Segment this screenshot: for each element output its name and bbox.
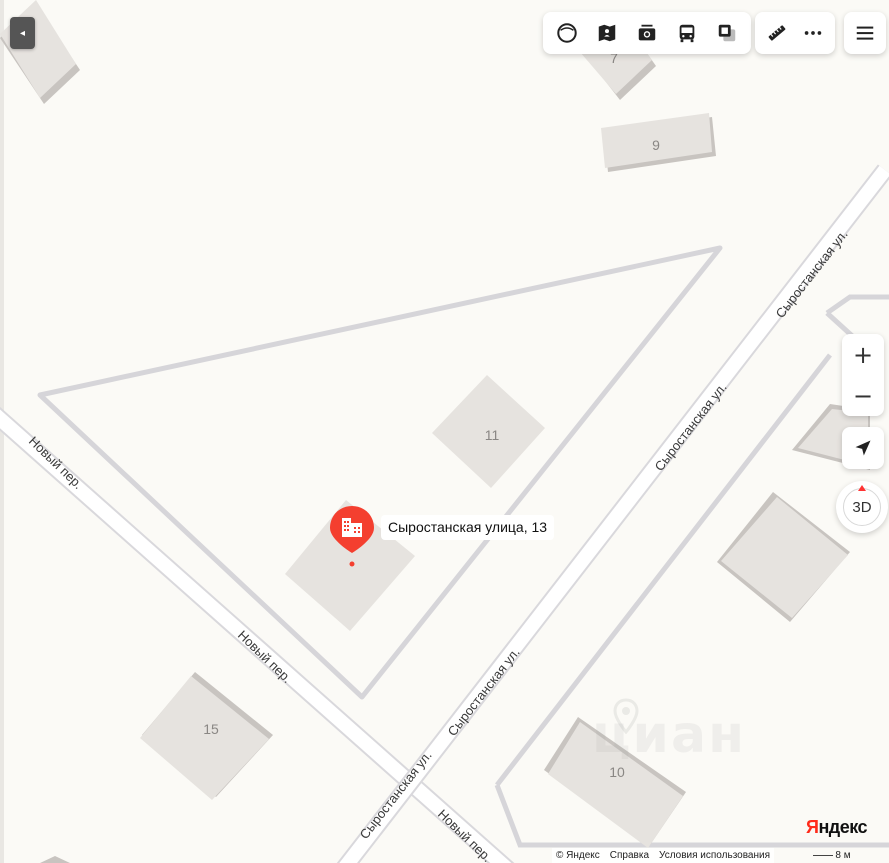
building-right-large [717,492,850,622]
3d-compass-button[interactable]: 3D [836,481,888,533]
3d-label: 3D [852,498,872,516]
street-label-syrost-3: Сыростанская ул. [445,645,523,739]
house-number-10: 10 [609,764,625,780]
location-arrow-icon [855,440,871,456]
logo-rest: ндекс [818,817,868,837]
logo-first-letter: Я [806,817,819,837]
transport-icon [679,24,695,43]
photo-icon [638,24,656,41]
street-label-novy-2: Новый пер. [235,627,295,686]
traffic-button[interactable] [707,13,747,53]
transport-button[interactable] [667,13,707,53]
sidebar-toggle-button[interactable]: ◂ [10,17,35,49]
zoom-in-button[interactable]: + [842,334,884,375]
watermark-text: циан [592,705,746,765]
address-marker[interactable] [329,505,375,567]
map-footer: © Яндекс Справка Условия использования [552,848,775,863]
street-label-syrost-2: Сыростанская ул. [652,380,730,474]
scale-bar [813,855,834,856]
menu-button[interactable] [844,12,886,54]
scale-label: 8 м [835,850,851,861]
traffic-icon [718,24,736,42]
scale-indicator: 8 м [806,848,858,863]
house-number-9: 9 [652,137,660,153]
layers-toolbar [543,12,751,54]
building-bottom-left [40,856,70,863]
chevron-left-icon: ◂ [19,27,26,39]
house-number-11: 11 [485,427,500,443]
map-canvas[interactable]: 7 9 11 15 10 Новый пер. Новый пер. Новый… [0,0,889,863]
tools-toolbar [755,12,835,54]
geolocation-button[interactable] [842,427,884,469]
building-9: 9 [601,113,716,172]
help-link[interactable]: Справка [610,850,649,861]
house-number-15: 15 [203,721,219,737]
zoom-out-button[interactable]: − [842,375,884,416]
street-label-novy-3: Новый пер. [435,806,495,863]
panorama-button[interactable] [587,13,627,53]
terms-link[interactable]: Условия использования [659,850,770,861]
yandex-logo[interactable]: Яндекс [806,817,868,838]
marker-address-label[interactable]: Сыростанская улица, 13 [381,515,555,540]
street-label-novy-1: Новый пер. [26,433,86,492]
building-top-left [0,0,80,104]
more-button[interactable] [795,13,831,53]
menu-button-inner[interactable] [844,13,886,53]
building-15: 15 [140,672,273,800]
ruler-icon [768,25,786,41]
layers-button[interactable] [547,13,587,53]
more-dots-icon [804,31,822,35]
hamburger-menu-icon [856,26,874,40]
layers-icon [557,23,577,43]
ruler-button[interactable] [759,13,795,53]
zoom-control: + − [842,334,884,416]
panorama-icon [598,24,616,42]
copyright-link[interactable]: © Яндекс [556,850,600,861]
building-11: 11 [432,375,545,488]
photo-button[interactable] [627,13,667,53]
parcel-right-3 [825,294,889,316]
